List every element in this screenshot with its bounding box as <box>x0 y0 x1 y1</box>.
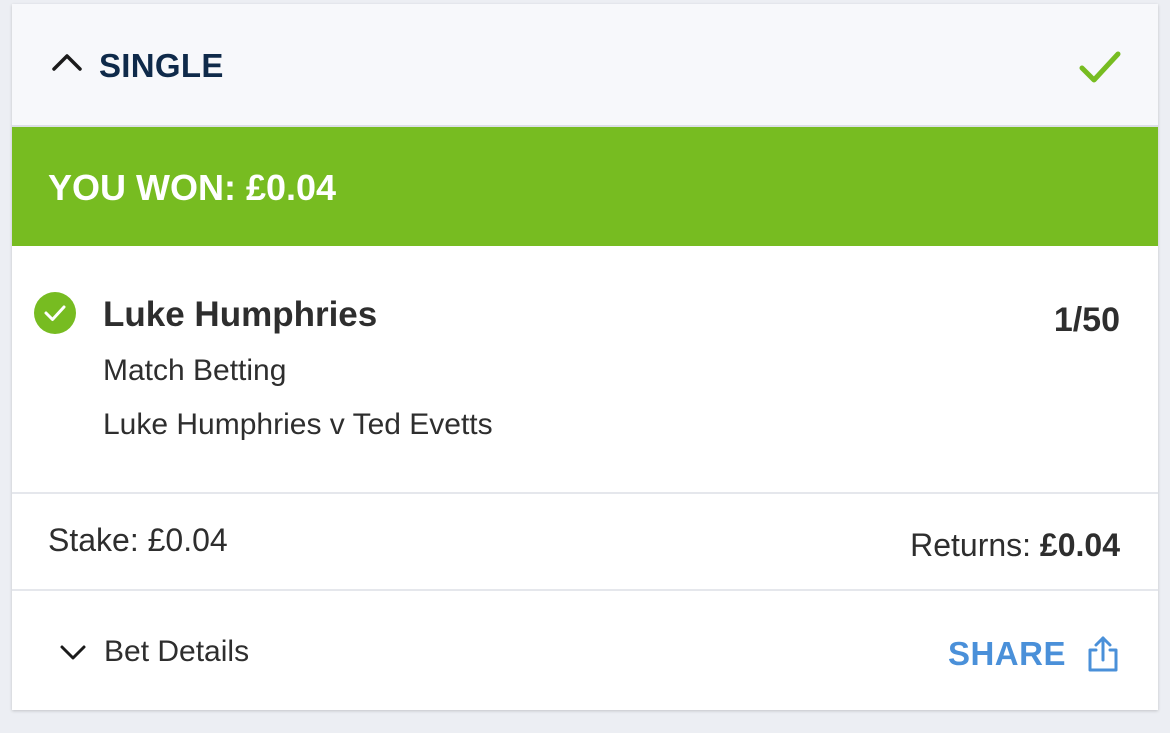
chevron-up-icon[interactable] <box>50 50 84 74</box>
selection-row: Luke Humphries 1/50 Match Betting Luke H… <box>12 246 1158 494</box>
selection-odds: 1/50 <box>1053 301 1120 339</box>
bet-details-toggle[interactable]: Bet Details <box>58 631 249 673</box>
share-label: SHARE <box>947 635 1066 672</box>
returns-label: Returns: <box>910 527 1040 563</box>
bet-header[interactable]: SINGLE <box>12 4 1158 127</box>
returns: Returns: £0.04 <box>910 526 1120 564</box>
won-amount-text: YOU WON: £0.04 <box>48 167 337 208</box>
bet-type-title: SINGLE <box>99 47 224 84</box>
market-name: Match Betting <box>103 354 287 387</box>
event-name: Luke Humphries v Ted Evetts <box>103 408 493 441</box>
check-circle-icon <box>34 292 76 334</box>
bet-receipt-card: SINGLE YOU WON: £0.04 Luke Humphries 1/5… <box>12 4 1158 710</box>
result-banner: YOU WON: £0.04 <box>12 127 1158 246</box>
returns-value: £0.04 <box>1039 527 1120 563</box>
share-button[interactable]: SHARE <box>948 631 1120 677</box>
stake-value: £0.04 <box>147 522 228 558</box>
bet-details-label: Bet Details <box>104 635 250 668</box>
bet-footer: Bet Details SHARE <box>12 591 1158 710</box>
stake-returns-row: Stake: £0.04 Returns: £0.04 <box>12 494 1158 591</box>
stake-label: Stake: <box>48 522 148 558</box>
checkmark-icon <box>1079 51 1121 83</box>
chevron-down-icon <box>60 645 86 660</box>
share-icon <box>1088 636 1118 672</box>
selection-name: Luke Humphries <box>103 295 378 334</box>
stake: Stake: £0.04 <box>48 521 228 559</box>
